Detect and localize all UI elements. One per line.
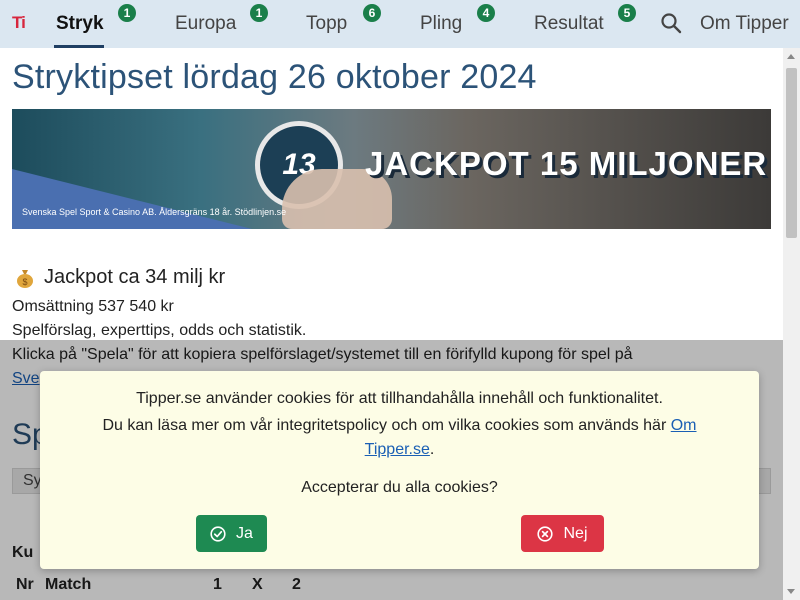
nav-about-label: Om Tipper (700, 13, 789, 34)
banner-headline: JACKPOT 15 MILJONER (365, 145, 768, 182)
jackpot-info: $ Jackpot ca 34 milj kr (16, 266, 225, 289)
scroll-thumb[interactable] (786, 68, 797, 238)
cookie-policy-prefix: Du kan läsa mer om vår integritetspolicy… (102, 417, 667, 434)
tab-badge: 5 (618, 4, 636, 22)
check-circle-icon (210, 525, 226, 542)
nav-about[interactable]: Om Tipper (700, 0, 789, 48)
tab-label: Topp (306, 13, 348, 34)
cookie-policy-end: . (429, 441, 435, 458)
jackpot-text: Jackpot ca 34 milj kr (44, 266, 226, 288)
tab-label: Europa (175, 13, 237, 34)
tab-label: Resultat (534, 13, 604, 34)
banner-decoration (12, 169, 252, 229)
tagline-text: Spelförslag, experttips, odds och statis… (12, 322, 307, 339)
decline-cookies-button[interactable]: Nej (521, 515, 604, 552)
svg-text:$: $ (22, 277, 27, 287)
moneybag-icon: $ (17, 269, 33, 288)
tab-stryk[interactable]: Stryk (54, 0, 104, 48)
tab-label: Stryk (56, 13, 104, 34)
page-scrollbar[interactable] (783, 48, 800, 600)
cookie-policy-text: Du kan läsa mer om vår integritetspolicy… (40, 414, 759, 462)
tab-badge: 1 (250, 4, 268, 22)
search-icon[interactable] (660, 12, 682, 34)
x-circle-icon (537, 525, 554, 542)
tab-resultat[interactable]: Resultat (534, 0, 604, 48)
tab-label: Pling (420, 13, 463, 34)
scroll-up-arrow-icon[interactable] (787, 54, 795, 59)
turnover-text: Omsättning 537 540 kr (12, 298, 174, 315)
tab-badge: 1 (118, 4, 136, 22)
cookie-question: Accepterar du alla cookies? (301, 479, 498, 496)
accept-label: Ja (236, 524, 253, 542)
scroll-down-arrow-icon[interactable] (787, 589, 795, 594)
tab-badge: 6 (363, 4, 381, 22)
tab-europa[interactable]: Europa (175, 0, 236, 48)
top-nav: Ti Stryk 1 Europa 1 Topp 6 Pling 4 Resul… (0, 0, 800, 48)
banner-disclaimer: Svenska Spel Sport & Casino AB. Åldersgr… (22, 207, 287, 217)
accept-cookies-button[interactable]: Ja (196, 515, 267, 552)
tab-pling[interactable]: Pling (420, 0, 462, 48)
tab-badge: 4 (477, 4, 495, 22)
page-title: Stryktipset lördag 26 oktober 2024 (12, 58, 537, 96)
tab-topp[interactable]: Topp (306, 0, 347, 48)
jackpot-banner[interactable]: 13 JACKPOT 15 MILJONER Svenska Spel Spor… (12, 109, 771, 229)
cookie-dialog: Tipper.se använder cookies för att tillh… (40, 371, 759, 569)
cookie-message: Tipper.se använder cookies för att tillh… (136, 390, 663, 407)
site-logo[interactable]: Ti (12, 14, 32, 32)
decline-label: Nej (563, 524, 588, 542)
